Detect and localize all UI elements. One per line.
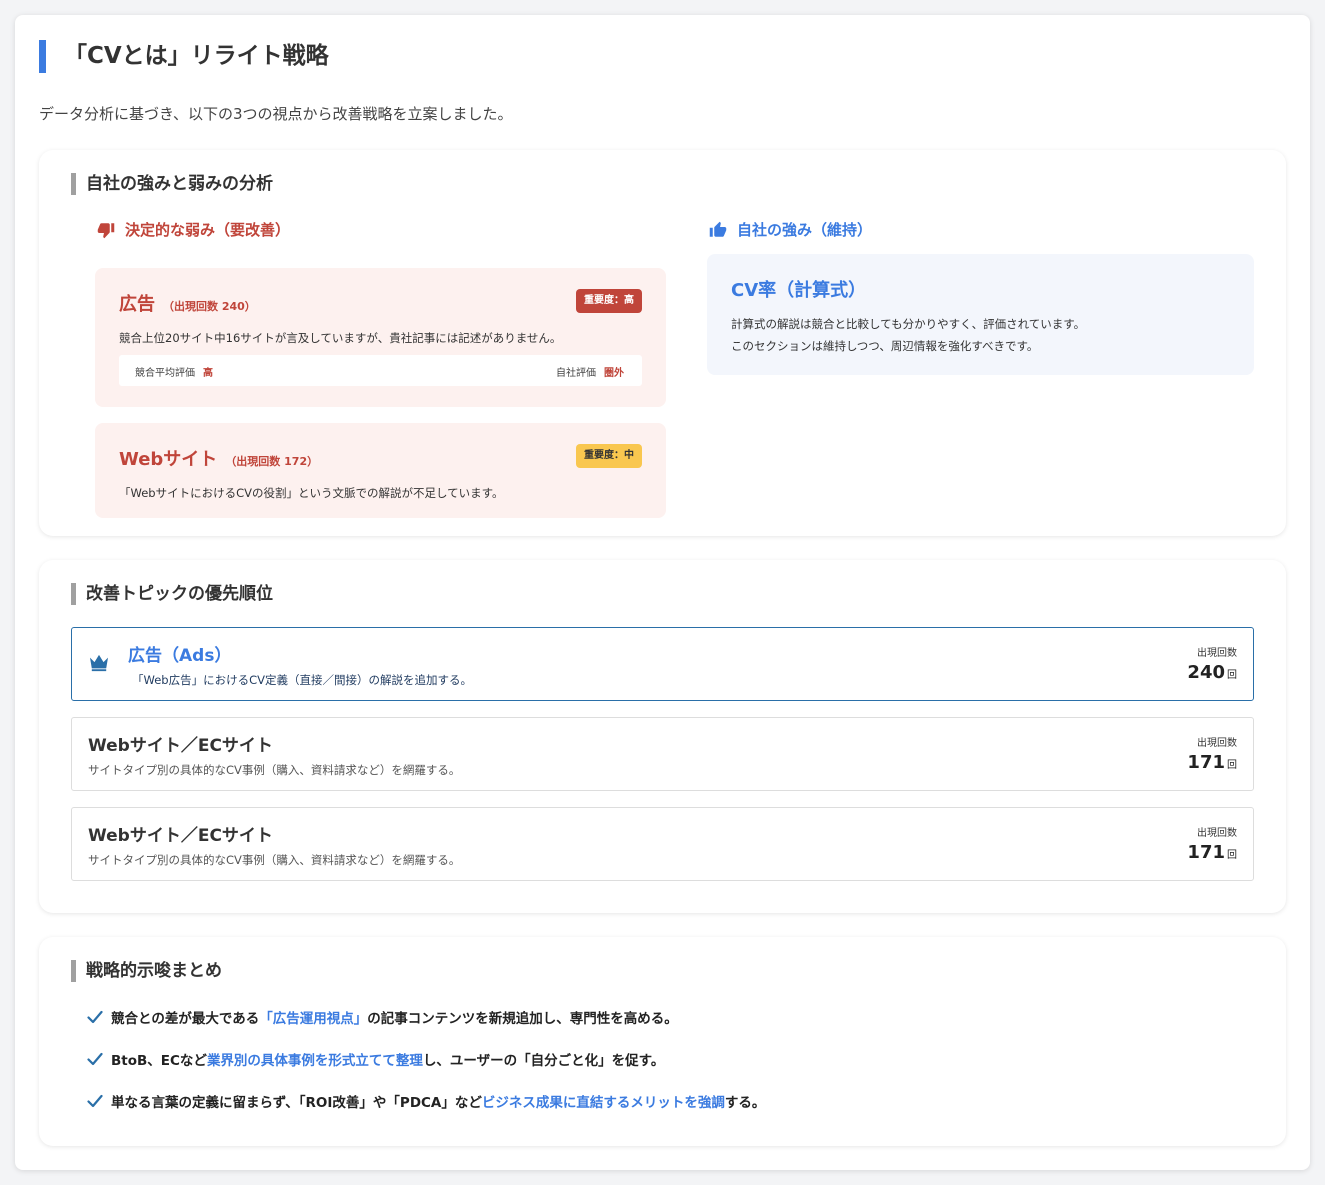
weak-item-title-text: 広告 [119, 294, 155, 315]
own-eval-label: 自社評価 [556, 368, 596, 379]
strong-item-cv-rate: CV率（計算式） 計算式の解説は競合と比較しても分かりやすく、評価されています。… [707, 254, 1254, 375]
topic-title: Webサイト／ECサイト [88, 736, 273, 756]
weak-item-ads: 広告 （出現回数 240） 重要度：高 競合上位20サイト中16サイトが言及して… [95, 268, 666, 407]
topic-title: 広告（Ads） [128, 646, 232, 666]
topic-row[interactable]: Webサイト／ECサイト サイトタイプ別の具体的なCV事例（購入、資料請求など）… [71, 807, 1254, 881]
evaluation-row: 競合平均評価高 自社評価 圏外 [119, 355, 642, 386]
analysis-card: 自社の強みと弱みの分析 決定的な弱み（要改善） 自社の強み（維持） 広告 （出現… [39, 150, 1286, 536]
summary-text: BtoB、ECなど [111, 1053, 207, 1069]
crown-icon [90, 654, 108, 672]
priority-section-title: 改善トピックの優先順位 [71, 583, 273, 605]
weak-item-desc: 競合上位20サイト中16サイトが言及していますが、貴社記事には記述がありません。 [119, 331, 562, 345]
topic-row[interactable]: Webサイト／ECサイト サイトタイプ別の具体的なCV事例（購入、資料請求など）… [71, 717, 1254, 791]
importance-badge-high: 重要度：高 [576, 289, 642, 313]
weak-item-desc: 「WebサイトにおけるCVの役割」という文脈での解説が不足しています。 [119, 486, 504, 500]
summary-text: する。 [724, 1095, 766, 1111]
topic-title: Webサイト／ECサイト [88, 826, 273, 846]
topic-count-label: 出現回数 [1197, 648, 1237, 659]
weak-heading-label: 決定的な弱み（要改善） [125, 221, 291, 239]
topic-desc: サイトタイプ別の具体的なCV事例（購入、資料請求など）を網羅する。 [88, 853, 461, 867]
check-icon [87, 1010, 103, 1024]
summary-highlight: 「広告運用視点」 [259, 1011, 368, 1027]
topic-desc: 「Web広告」におけるCV定義（直接／間接）の解説を追加する。 [132, 673, 472, 687]
summary-card: 戦略的示唆まとめ 競合との差が最大である「広告運用視点」の記事コンテンツを新規追… [39, 937, 1286, 1146]
check-icon [87, 1094, 103, 1108]
summary-section-title: 戦略的示唆まとめ [71, 960, 222, 982]
summary-text: の記事コンテンツを新規追加し、専門性を高める。 [367, 1011, 678, 1027]
topic-count-unit: 回 [1227, 850, 1237, 861]
intro-text: データ分析に基づき、以下の3つの視点から改善戦略を立案しました。 [39, 105, 513, 123]
topic-count-label: 出現回数 [1197, 828, 1237, 839]
competitor-eval-value: 高 [203, 368, 213, 379]
topic-row-top[interactable]: 広告（Ads） 「Web広告」におけるCV定義（直接／間接）の解説を追加する。 … [71, 627, 1254, 701]
topic-count-unit: 回 [1227, 760, 1237, 771]
summary-highlight: ビジネス成果に直結するメリットを強調 [481, 1095, 725, 1111]
summary-text: し、ユーザーの「自分ごと化」を促す。 [422, 1053, 665, 1069]
topic-count-label: 出現回数 [1197, 738, 1237, 749]
thumbs-down-icon [97, 222, 115, 238]
summary-text: 競合との差が最大である [111, 1011, 260, 1027]
weak-heading: 決定的な弱み（要改善） [97, 219, 290, 240]
topic-count-value: 240 [1187, 662, 1225, 683]
summary-highlight: 業界別の具体事例を形式立てて整理 [206, 1053, 423, 1069]
topic-count-value: 171 [1187, 752, 1225, 773]
weak-item-title: Webサイト （出現回数 172） [119, 445, 318, 471]
priority-card: 改善トピックの優先順位 広告（Ads） 「Web広告」におけるCV定義（直接／間… [39, 560, 1286, 913]
summary-item: BtoB、ECなど業界別の具体事例を形式立てて整理し、ユーザーの「自分ごと化」を… [87, 1049, 664, 1069]
strong-heading-label: 自社の強み（維持） [737, 221, 873, 239]
topic-count-unit: 回 [1227, 670, 1237, 681]
own-eval-value: 圏外 [604, 368, 624, 379]
thumbs-up-icon [709, 221, 727, 237]
topic-count: 171 回 [1187, 752, 1237, 773]
report-container: 「CVとは」リライト戦略 データ分析に基づき、以下の3つの視点から改善戦略を立案… [15, 15, 1310, 1170]
summary-text: 単なる言葉の定義に留まらず、「ROI改善」や「PDCA」など [111, 1095, 482, 1111]
strong-item-line-1: 計算式の解説は競合と比較しても分かりやすく、評価されています。 [731, 317, 1086, 331]
importance-badge-mid: 重要度：中 [576, 444, 642, 468]
summary-item: 競合との差が最大である「広告運用視点」の記事コンテンツを新規追加し、専門性を高め… [87, 1007, 678, 1027]
topic-count: 171 回 [1187, 842, 1237, 863]
weak-item-website: Webサイト （出現回数 172） 重要度：中 「WebサイトにおけるCVの役割… [95, 423, 666, 518]
strong-heading: 自社の強み（維持） [709, 219, 872, 240]
summary-item: 単なる言葉の定義に留まらず、「ROI改善」や「PDCA」などビジネス成果に直結す… [87, 1091, 765, 1111]
weak-item-count: （出現回数 240） [163, 300, 256, 313]
check-icon [87, 1052, 103, 1066]
weak-item-title: 広告 （出現回数 240） [119, 290, 256, 316]
competitor-eval-label: 競合平均評価 [135, 368, 195, 379]
weak-item-count: （出現回数 172） [225, 455, 319, 468]
topic-desc: サイトタイプ別の具体的なCV事例（購入、資料請求など）を網羅する。 [88, 763, 461, 777]
strong-item-line-2: このセクションは維持しつつ、周辺情報を強化すべきです。 [731, 339, 1039, 353]
analysis-section-title: 自社の強みと弱みの分析 [71, 173, 273, 195]
weak-item-title-text: Webサイト [119, 449, 218, 470]
strong-item-title: CV率（計算式） [731, 280, 867, 301]
page-title: 「CVとは」リライト戦略 [39, 40, 329, 73]
topic-count: 240 回 [1187, 662, 1237, 683]
topic-count-value: 171 [1187, 842, 1225, 863]
